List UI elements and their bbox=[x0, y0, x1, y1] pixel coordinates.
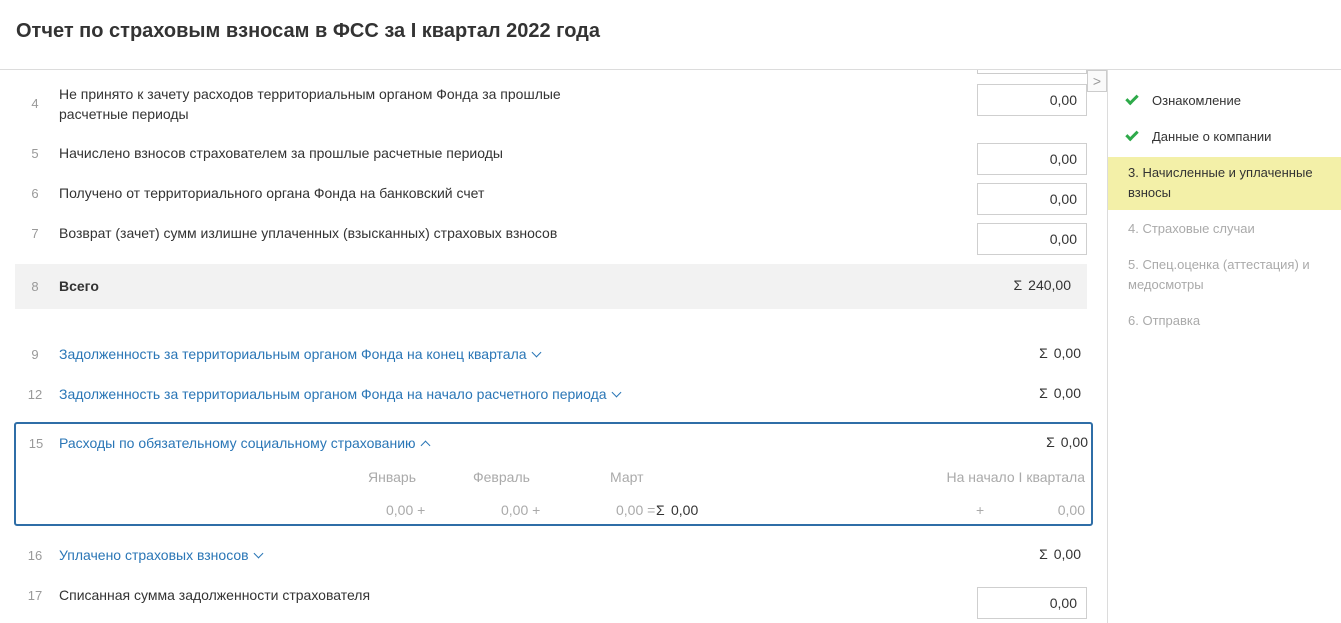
column-march: Март bbox=[610, 469, 644, 485]
row-label-line: Не принято к зачету расходов территориал… bbox=[59, 86, 561, 102]
column-quarter-start: На начало I квартала bbox=[946, 469, 1085, 485]
quarter-sum-value: 0,00 bbox=[671, 502, 699, 518]
report-form: 4 Не принято к зачету расходов территори… bbox=[0, 70, 1106, 623]
sigma-icon: Σ bbox=[1039, 385, 1048, 401]
sum-value: 0,00 bbox=[1053, 345, 1081, 361]
previous-input-stub[interactable] bbox=[977, 70, 1087, 74]
row-number: 8 bbox=[31, 279, 39, 294]
value-input[interactable]: 0,00 bbox=[977, 143, 1087, 175]
row-number: 4 bbox=[31, 96, 39, 111]
row-number: 17 bbox=[27, 588, 43, 603]
sigma-icon: Σ bbox=[1039, 546, 1048, 562]
plus-sign: + bbox=[976, 502, 985, 518]
row-label: Начислено взносов страхователем за прошл… bbox=[59, 145, 503, 161]
row-number: 9 bbox=[31, 347, 39, 362]
sum-value: 240,00 bbox=[1028, 277, 1071, 293]
sigma-icon: Σ bbox=[1013, 277, 1023, 293]
february-value[interactable]: 0,00 + bbox=[501, 502, 540, 518]
row-number: 15 bbox=[28, 436, 44, 451]
row-label: Не принято к зачету расходов территориал… bbox=[59, 84, 561, 124]
row-7: 7 Возврат (зачет) сумм излишне уплаченны… bbox=[15, 223, 1087, 257]
step-intro[interactable]: Ознакомление bbox=[1108, 91, 1341, 113]
step-label: 3. Начисленные и уплаченные взносы bbox=[1128, 165, 1313, 200]
row-17: 17 Списанная сумма задолженности страхов… bbox=[15, 585, 1087, 619]
value-input[interactable]: 0,00 bbox=[977, 183, 1087, 215]
collapse-link[interactable]: Расходы по обязательному социальному стр… bbox=[59, 433, 430, 453]
column-january: Январь bbox=[368, 469, 416, 485]
chevron-down-icon bbox=[611, 387, 621, 398]
step-label: Ознакомление bbox=[1152, 93, 1241, 108]
row-label: Уплачено страховых взносов bbox=[59, 547, 249, 563]
expand-link[interactable]: Уплачено страховых взносов bbox=[59, 545, 264, 565]
row-label: Всего bbox=[59, 278, 99, 294]
step-label: Данные о компании bbox=[1152, 129, 1272, 144]
row-label-line: расчетные периоды bbox=[59, 106, 189, 122]
row-sum: Σ 0,00 bbox=[1046, 434, 1088, 450]
row-6: 6 Получено от территориального органа Фо… bbox=[15, 183, 1087, 217]
page-header: Отчет по страховым взносам в ФСС за I кв… bbox=[0, 0, 1341, 70]
step-label: 6. Отправка bbox=[1128, 313, 1201, 328]
row-label: Возврат (зачет) сумм излишне уплаченных … bbox=[59, 225, 558, 241]
row-number: 12 bbox=[27, 387, 43, 402]
sum-value: 0,00 bbox=[1053, 546, 1081, 562]
row-sum: Σ 0,00 bbox=[1039, 546, 1081, 562]
row-label: Списанная сумма задолженности страховате… bbox=[59, 587, 371, 603]
row-15-expanded: 15 Расходы по обязательному социальному … bbox=[14, 422, 1093, 526]
march-value[interactable]: 0,00 = bbox=[616, 502, 655, 518]
check-icon bbox=[1125, 91, 1139, 106]
row-sum: Σ 0,00 bbox=[1039, 385, 1081, 401]
step-submit[interactable]: 6. Отправка bbox=[1108, 311, 1341, 333]
step-label: 5. Спец.оценка (аттестация) и медосмотры bbox=[1128, 257, 1310, 292]
step-contributions[interactable]: 3. Начисленные и уплаченные взносы bbox=[1108, 157, 1341, 210]
row-9: 9 Задолженность за территориальным орган… bbox=[15, 344, 1087, 366]
steps-sidebar: > Ознакомление Данные о компании 3. Начи… bbox=[1087, 70, 1341, 623]
step-label: 4. Страховые случаи bbox=[1128, 221, 1255, 236]
expand-link[interactable]: Задолженность за территориальным органом… bbox=[59, 384, 621, 404]
value-input[interactable]: 0,00 bbox=[977, 587, 1087, 619]
row-5: 5 Начислено взносов страхователем за про… bbox=[15, 143, 1087, 177]
row-label: Расходы по обязательному социальному стр… bbox=[59, 435, 416, 451]
value-input[interactable]: 0,00 bbox=[977, 84, 1087, 116]
sigma-icon: Σ bbox=[1046, 434, 1055, 450]
chevron-up-icon bbox=[420, 440, 430, 451]
row-number: 6 bbox=[31, 186, 39, 201]
check-icon bbox=[1125, 127, 1139, 142]
quarter-start-value[interactable]: 0,00 bbox=[1058, 502, 1085, 518]
expand-link[interactable]: Задолженность за территориальным органом… bbox=[59, 344, 542, 364]
row-number: 16 bbox=[27, 548, 43, 563]
sum-value: 0,00 bbox=[1060, 434, 1088, 450]
row-number: 5 bbox=[31, 146, 39, 161]
chevron-down-icon bbox=[531, 347, 542, 358]
chevron-down-icon bbox=[253, 548, 264, 559]
collapse-sidebar-button[interactable]: > bbox=[1087, 70, 1107, 92]
january-value[interactable]: 0,00 + bbox=[386, 502, 425, 518]
row-8-total: 8 Всего Σ 240,00 bbox=[15, 264, 1087, 309]
row-label: Задолженность за территориальным органом… bbox=[59, 346, 527, 362]
step-insurance-cases[interactable]: 4. Страховые случаи bbox=[1108, 219, 1341, 241]
page-title: Отчет по страховым взносам в ФСС за I кв… bbox=[16, 20, 600, 42]
row-12: 12 Задолженность за территориальным орга… bbox=[15, 384, 1087, 406]
value-input[interactable]: 0,00 bbox=[977, 223, 1087, 255]
sigma-icon: Σ bbox=[656, 502, 665, 518]
sum-value: 0,00 bbox=[1053, 385, 1081, 401]
row-label: Задолженность за территориальным органом… bbox=[59, 386, 607, 402]
sigma-icon: Σ bbox=[1039, 345, 1048, 361]
total-sum: Σ 240,00 bbox=[1014, 277, 1071, 293]
row-label: Получено от территориального органа Фонд… bbox=[59, 185, 485, 201]
row-sum: Σ 0,00 bbox=[1039, 345, 1081, 361]
row-4: 4 Не принято к зачету расходов территори… bbox=[15, 84, 1087, 124]
step-special-assessment[interactable]: 5. Спец.оценка (аттестация) и медосмотры bbox=[1108, 255, 1341, 297]
column-february: Февраль bbox=[473, 469, 530, 485]
row-16: 16 Уплачено страховых взносов Σ 0,00 bbox=[15, 545, 1087, 567]
step-company-data[interactable]: Данные о компании bbox=[1108, 127, 1341, 149]
row-number: 7 bbox=[31, 226, 39, 241]
